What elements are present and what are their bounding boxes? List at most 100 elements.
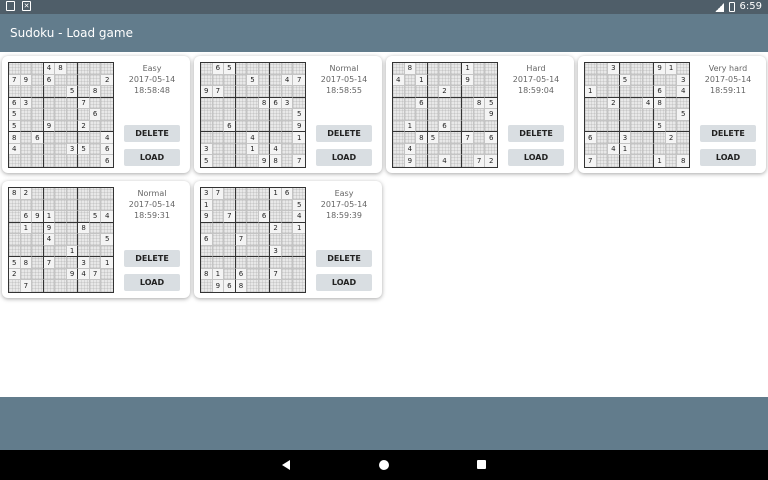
sudoku-cell [404,109,417,121]
sudoku-board-preview[interactable]: 3716159764216738167968 [200,187,306,293]
sudoku-cell: 3 [281,97,294,110]
sudoku-cell [619,109,632,121]
load-button[interactable]: LOAD [508,149,564,166]
sudoku-cell [393,120,405,133]
sudoku-cell [585,120,597,133]
sudoku-cell [89,155,102,167]
sudoku-cell [270,74,282,87]
sudoku-cell [404,86,417,98]
load-button[interactable]: LOAD [700,149,756,166]
recent-apps-icon[interactable] [477,460,486,469]
sudoku-cell [270,211,282,223]
sudoku-cell: 5 [9,109,21,121]
game-time: 18:59:11 [710,86,746,95]
home-icon[interactable] [379,460,389,470]
sudoku-cell [258,268,271,281]
sudoku-cell [473,86,486,98]
sudoku-cell: 8 [20,257,33,269]
sudoku-cell [631,109,643,121]
sudoku-board-preview[interactable]: 814192685916857649472 [392,62,498,168]
sudoku-cell: 2 [439,86,451,98]
sudoku-cell [235,222,248,235]
sudoku-cell [66,188,79,200]
saved-game-card: 814192685916857649472 Hard 2017-05-14 18… [386,56,574,173]
sudoku-cell [393,143,405,156]
sudoku-cell [473,143,486,156]
delete-button[interactable]: DELETE [316,125,372,142]
sudoku-cell [608,74,620,87]
sudoku-cell [32,268,44,281]
sudoku-cell [66,109,79,121]
sudoku-cell [55,109,67,121]
delete-button[interactable]: DELETE [124,250,180,267]
back-icon[interactable] [282,460,290,470]
sudoku-cell [212,132,225,144]
sudoku-cell [224,97,236,110]
sudoku-cell: 5 [485,97,497,110]
sudoku-cell [32,222,44,235]
delete-button[interactable]: DELETE [316,250,372,267]
sudoku-cell [224,188,236,200]
sudoku-cell: 1 [619,143,632,156]
sudoku-cell: 1 [404,120,417,133]
sudoku-cell [66,199,79,212]
sudoku-cell [55,199,67,212]
sudoku-cell [235,120,248,133]
sudoku-cell: 8 [201,268,213,281]
sudoku-cell [55,245,67,258]
sudoku-cell: 4 [293,211,305,223]
sudoku-cell [66,74,79,87]
sudoku-cell [258,188,271,200]
sudoku-cell [66,211,79,223]
sudoku-cell [473,74,486,87]
sudoku-cell [224,234,236,246]
sudoku-cell [201,222,213,235]
sudoku-cell [631,74,643,87]
sudoku-cell [212,120,225,133]
sudoku-cell [78,280,90,292]
sudoku-cell [20,109,33,121]
sudoku-cell [32,155,44,167]
sudoku-cell [235,74,248,87]
sudoku-cell: 8 [416,132,428,144]
load-button[interactable]: LOAD [124,149,180,166]
sudoku-cell [654,74,666,87]
sudoku-cell [404,132,417,144]
delete-button[interactable]: DELETE [700,125,756,142]
sudoku-cell [247,234,259,246]
load-button[interactable]: LOAD [316,149,372,166]
sudoku-board-preview[interactable]: 6554797863569413145987 [200,62,306,168]
sudoku-cell [224,268,236,281]
sudoku-cell: 7 [293,155,305,167]
sudoku-cell: 9 [258,155,271,167]
delete-button[interactable]: DELETE [124,125,180,142]
sudoku-cell [258,199,271,212]
sudoku-cell: 4 [439,155,451,167]
sudoku-cell: 6 [258,211,271,223]
sudoku-cell: 4 [642,97,655,110]
game-date: 2017-05-14 [704,75,752,84]
sudoku-cell [585,109,597,121]
sudoku-board-preview[interactable]: 82691541984515873129477 [8,187,114,293]
sudoku-cell [416,155,428,167]
sudoku-cell [393,97,405,110]
sudoku-cell [654,109,666,121]
sudoku-cell: 7 [20,280,33,292]
sudoku-cell: 8 [9,132,21,144]
sudoku-cell [258,280,271,292]
sudoku-cell [9,211,21,223]
sudoku-cell [201,74,213,87]
sudoku-cell [247,211,259,223]
sudoku-cell: 2 [665,132,678,144]
sudoku-board-preview[interactable]: 487962586375659286443566 [8,62,114,168]
delete-button[interactable]: DELETE [508,125,564,142]
load-button[interactable]: LOAD [316,274,372,291]
load-button[interactable]: LOAD [124,274,180,291]
sudoku-cell: 7 [473,155,486,167]
sudoku-board-preview[interactable]: 391531642485563241718 [584,62,690,168]
sudoku-cell [631,63,643,75]
sudoku-cell [101,86,113,98]
sudoku-cell: 6 [585,132,597,144]
sudoku-cell: 3 [78,257,90,269]
sudoku-cell [596,63,609,75]
